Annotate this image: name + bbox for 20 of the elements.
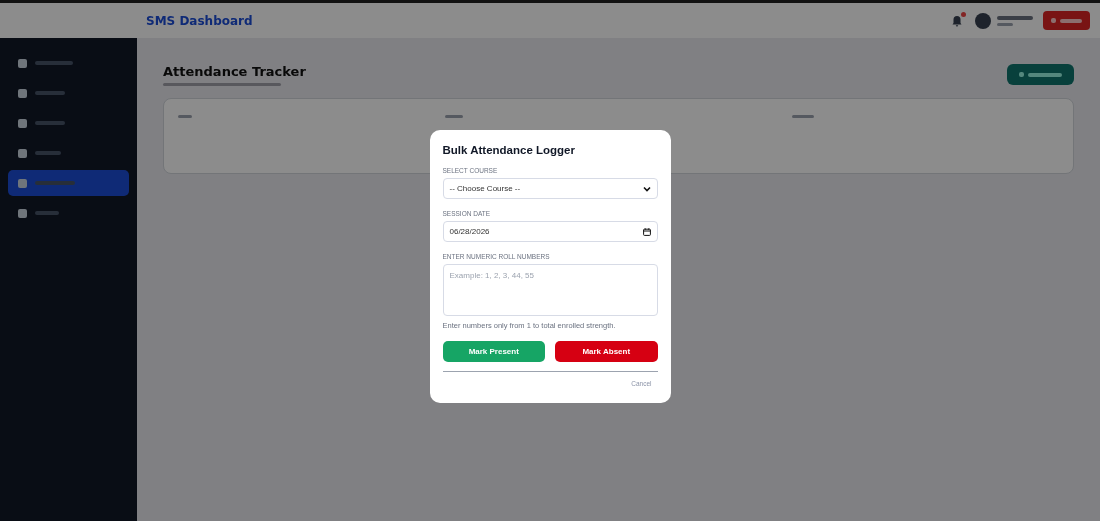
roll-numbers-field[interactable]: Example: 1, 2, 3, 44, 55 <box>442 264 658 316</box>
column-header-bar <box>444 115 463 118</box>
calendar-icon <box>642 227 651 236</box>
modal-title: Bulk Attendance Logger <box>442 144 576 156</box>
mark-absent-button[interactable]: Mark Absent <box>555 341 658 362</box>
brand-title: SMS Dashboard <box>146 13 254 28</box>
add-button[interactable] <box>1007 64 1074 85</box>
avatar-icon <box>975 12 991 29</box>
column-header-bar <box>792 115 814 118</box>
mark-present-button[interactable]: Mark Present <box>442 341 545 362</box>
logout-button[interactable] <box>1043 11 1090 30</box>
course-select[interactable]: -- Choose Course -- <box>442 178 658 199</box>
user-role-bar <box>997 22 1013 26</box>
date-field[interactable]: 06/28/2026 <box>442 221 658 242</box>
chevron-down-icon <box>642 185 651 192</box>
user-name-bar <box>997 15 1033 20</box>
page-title: Attendance Tracker <box>163 64 306 79</box>
sidebar-item[interactable] <box>8 170 129 196</box>
column-header-bar <box>178 115 192 118</box>
bell-icon[interactable] <box>951 14 963 27</box>
